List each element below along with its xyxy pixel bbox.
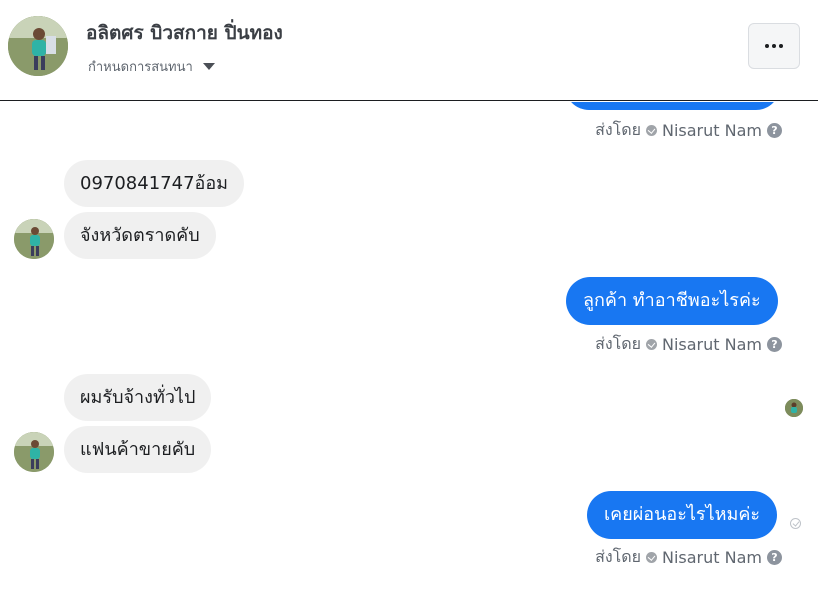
help-icon[interactable]: ? bbox=[767, 550, 782, 565]
contact-avatar-small[interactable] bbox=[14, 432, 54, 472]
message-thread[interactable]: ส่งโดย Nisarut Nam ? 0970841747อ้อม จังห… bbox=[0, 102, 818, 589]
more-icon-dot bbox=[779, 44, 783, 48]
sent-by-label: ส่งโดย Nisarut Nam ? bbox=[595, 545, 782, 570]
sent-by-label: ส่งโดย Nisarut Nam ? bbox=[595, 332, 782, 357]
sent-by-prefix: ส่งโดย bbox=[595, 547, 641, 566]
conversation-settings-dropdown[interactable]: กำหนดการสนทนา bbox=[88, 56, 215, 77]
incoming-message[interactable]: 0970841747อ้อม bbox=[64, 160, 245, 207]
incoming-message[interactable]: แฟนค้าขายคับ bbox=[64, 426, 212, 473]
incoming-message[interactable]: จังหวัดตราดคับ bbox=[64, 212, 216, 259]
sender-name: Nisarut Nam bbox=[662, 335, 762, 354]
contact-avatar[interactable] bbox=[8, 16, 68, 76]
verified-check-icon bbox=[646, 552, 657, 563]
conversation-settings-label: กำหนดการสนทนา bbox=[88, 60, 193, 75]
sender-name: Nisarut Nam bbox=[662, 548, 762, 567]
outgoing-message[interactable]: เคยผ่อนอะไรไหมค่ะ bbox=[587, 491, 778, 539]
verified-check-icon bbox=[646, 339, 657, 350]
more-options-button[interactable] bbox=[748, 23, 800, 69]
sent-check-icon bbox=[790, 518, 801, 529]
more-icon-dot bbox=[772, 44, 776, 48]
contact-name[interactable]: อลิตศร บิวสกาย ปิ่นทอง bbox=[86, 18, 283, 48]
contact-avatar-small[interactable] bbox=[14, 219, 54, 259]
outgoing-message[interactable]: ลูกค้า ทำอาชีพอะไรค่ะ bbox=[566, 277, 778, 325]
seen-avatar-icon bbox=[785, 399, 803, 417]
more-icon bbox=[765, 44, 769, 48]
verified-check-icon bbox=[646, 125, 657, 136]
sent-by-prefix: ส่งโดย bbox=[595, 334, 641, 353]
help-icon[interactable]: ? bbox=[767, 123, 782, 138]
sender-name: Nisarut Nam bbox=[662, 121, 762, 140]
sent-by-label: ส่งโดย Nisarut Nam ? bbox=[595, 118, 782, 143]
conversation-header: อลิตศร บิวสกาย ปิ่นทอง กำหนดการสนทนา bbox=[0, 0, 818, 101]
incoming-message[interactable]: ผมรับจ้างทั่วไป bbox=[64, 374, 212, 421]
help-icon[interactable]: ? bbox=[767, 337, 782, 352]
caret-down-icon bbox=[202, 63, 215, 70]
sent-by-prefix: ส่งโดย bbox=[595, 120, 641, 139]
outgoing-message-partial[interactable] bbox=[565, 102, 780, 110]
